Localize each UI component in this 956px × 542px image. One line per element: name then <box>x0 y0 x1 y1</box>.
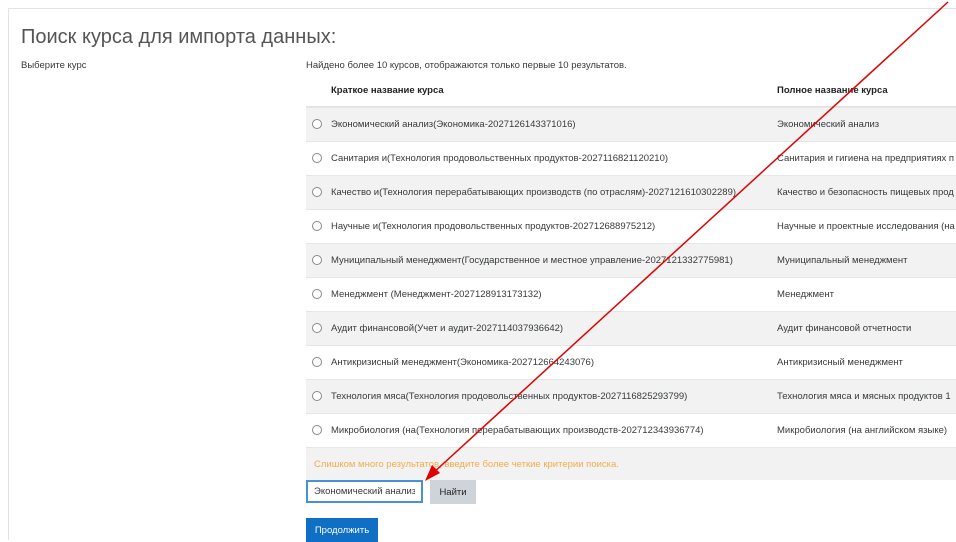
header-short-name: Краткое название курса <box>331 85 444 96</box>
course-full-name: Антикризисный менеджмент <box>777 357 903 368</box>
course-radio[interactable] <box>312 357 322 367</box>
table-row[interactable]: Менеджмент (Менеджмент-2027128913173132)… <box>306 277 956 311</box>
course-full-name: Научные и проектные исследования (на <box>777 221 955 232</box>
continue-button[interactable]: Продолжить <box>306 518 378 542</box>
course-radio[interactable] <box>312 391 322 401</box>
course-short-name: Аудит финансовой(Учет и аудит-2027114037… <box>331 323 564 334</box>
table-row[interactable]: Технология мяса(Технология продовольстве… <box>306 379 956 413</box>
table-row[interactable]: Экономический анализ(Экономика-202712614… <box>306 107 956 141</box>
course-radio[interactable] <box>312 119 322 129</box>
course-full-name: Микробиология (на английском языке) <box>777 425 948 436</box>
course-short-name: Технология мяса(Технология продовольстве… <box>331 391 688 402</box>
table-row[interactable]: Аудит финансовой(Учет и аудит-2027114037… <box>306 311 956 345</box>
course-results-table: Краткое название курса Полное название к… <box>306 73 956 480</box>
course-short-name: Микробиология (на(Технология перерабатыв… <box>331 425 704 436</box>
warning-text: Слишком много результатов, введите более… <box>314 459 619 470</box>
table-header: Краткое название курса Полное название к… <box>306 73 956 107</box>
course-short-name: Менеджмент (Менеджмент-2027128913173132) <box>331 289 542 300</box>
table-row[interactable]: Качество и(Технология перерабатывающих п… <box>306 175 956 209</box>
course-full-name: Муниципальный менеджмент <box>777 255 908 266</box>
course-full-name: Менеджмент <box>777 289 834 300</box>
course-full-name: Качество и безопасность пищевых прод <box>777 187 954 198</box>
course-short-name: Муниципальный менеджмент(Государственное… <box>331 255 733 266</box>
content-left-border <box>8 8 9 540</box>
table-row[interactable]: Антикризисный менеджмент(Экономика-20271… <box>306 345 956 379</box>
course-short-name: Антикризисный менеджмент(Экономика-20271… <box>331 357 594 368</box>
course-search-input[interactable] <box>306 480 423 503</box>
course-radio[interactable] <box>312 425 322 435</box>
table-row[interactable]: Микробиология (на(Технология перерабатыв… <box>306 413 956 447</box>
content-top-border <box>8 8 956 9</box>
course-short-name: Экономический анализ(Экономика-202712614… <box>331 119 576 130</box>
search-button[interactable]: Найти <box>430 480 476 504</box>
results-count-text: Найдено более 10 курсов, отображаются то… <box>306 60 627 71</box>
course-radio[interactable] <box>312 323 322 333</box>
course-full-name: Технология мяса и мясных продуктов 1 <box>777 391 951 402</box>
too-many-results-warning: Слишком много результатов, введите более… <box>306 447 956 480</box>
course-full-name: Экономический анализ <box>777 119 880 130</box>
course-short-name: Качество и(Технология перерабатывающих п… <box>331 187 737 198</box>
course-full-name: Аудит финансовой отчетности <box>777 323 912 334</box>
course-short-name: Санитария и(Технология продовольственных… <box>331 153 669 164</box>
course-radio[interactable] <box>312 289 322 299</box>
course-radio[interactable] <box>312 187 322 197</box>
course-full-name: Санитария и гигиена на предприятиях п <box>777 153 955 164</box>
page-title: Поиск курса для импорта данных: <box>21 26 337 48</box>
course-short-name: Научные и(Технология продовольственных п… <box>331 221 656 232</box>
course-radio[interactable] <box>312 153 322 163</box>
table-row[interactable]: Санитария и(Технология продовольственных… <box>306 141 956 175</box>
table-row[interactable]: Научные и(Технология продовольственных п… <box>306 209 956 243</box>
select-course-label: Выберите курс <box>21 60 87 71</box>
table-row[interactable]: Муниципальный менеджмент(Государственное… <box>306 243 956 277</box>
header-full-name: Полное название курса <box>777 85 888 96</box>
course-radio[interactable] <box>312 221 322 231</box>
course-radio[interactable] <box>312 255 322 265</box>
